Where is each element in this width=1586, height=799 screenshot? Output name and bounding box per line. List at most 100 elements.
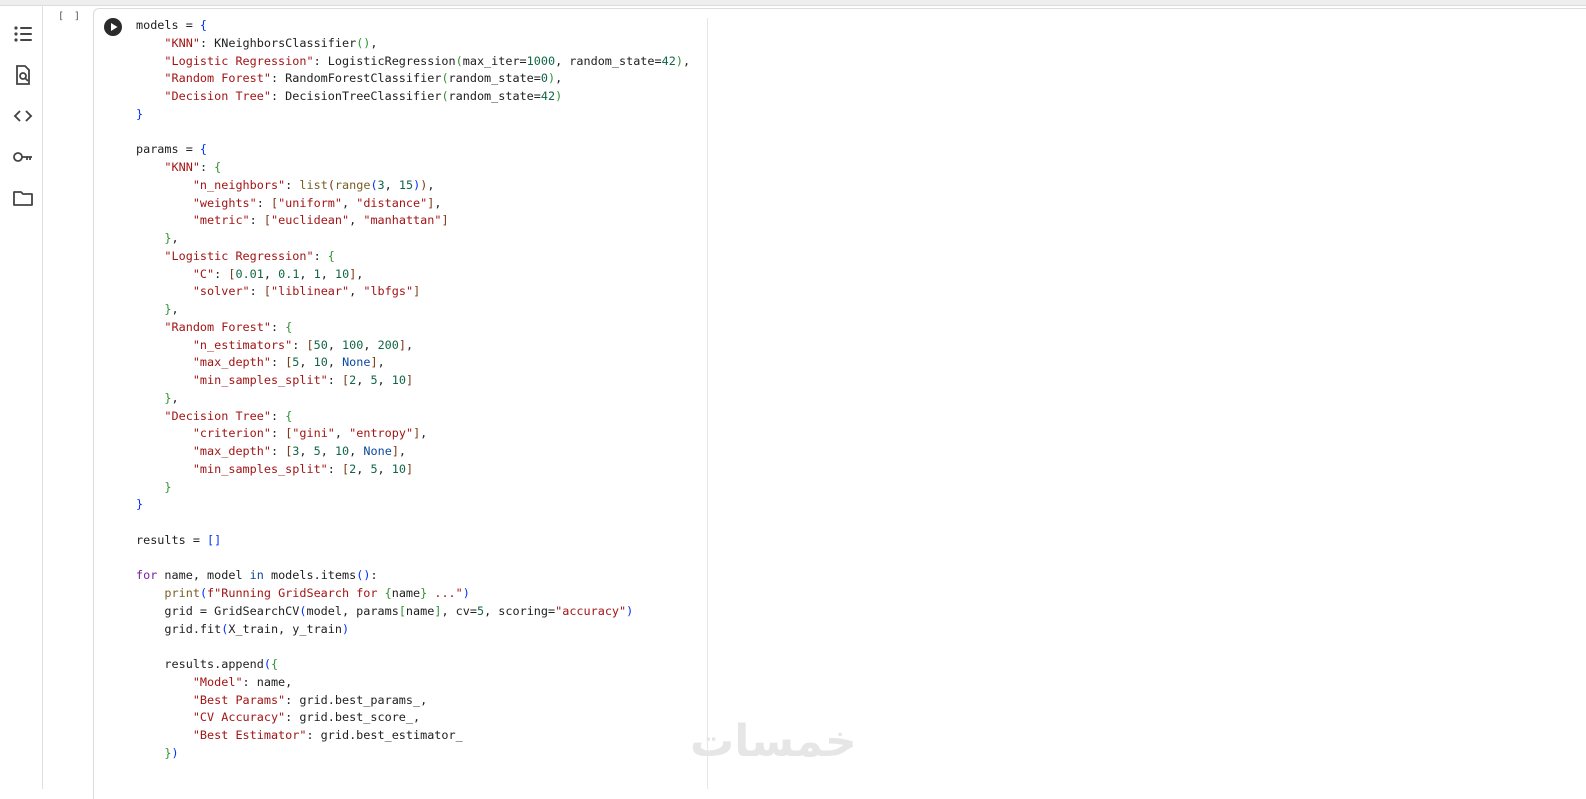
code-line[interactable]: "max_depth": [3, 5, 10, None],	[136, 443, 690, 461]
code-line[interactable]: for name, model in models.items():	[136, 567, 690, 585]
code-line[interactable]: }	[136, 479, 690, 497]
code-token: ,	[327, 337, 343, 352]
code-snippets-icon[interactable]	[9, 102, 37, 130]
code-line[interactable]: "solver": ["liblinear", "lbfgs"]	[136, 283, 690, 301]
code-token: ,	[334, 426, 350, 441]
code-line[interactable]: results.append({	[136, 656, 690, 674]
code-line[interactable]: "Logistic Regression": LogisticRegressio…	[136, 53, 690, 71]
code-token: ,	[682, 53, 691, 68]
code-token: grid = GridSearchCV	[136, 603, 300, 618]
code-line[interactable]: ​	[136, 124, 690, 142]
code-token: 5	[370, 373, 378, 387]
find-icon[interactable]	[9, 61, 37, 89]
code-token: [	[270, 195, 279, 210]
code-token: }	[136, 497, 144, 512]
code-line[interactable]: "metric": ["euclidean", "manhattan"]	[136, 212, 690, 230]
code-line[interactable]: "Best Estimator": grid.best_estimator_	[136, 727, 690, 745]
code-line[interactable]: results = []	[136, 532, 690, 550]
code-line[interactable]: "Random Forest": RandomForestClassifier(…	[136, 70, 690, 88]
code-token: ,	[299, 444, 314, 458]
code-token: ,	[420, 426, 428, 441]
code-token: model, params	[306, 603, 399, 618]
code-token: results.append	[136, 657, 264, 671]
code-token: 50	[313, 337, 328, 352]
table-of-contents-icon[interactable]	[9, 20, 37, 48]
code-token: ,	[299, 266, 314, 281]
code-token: 5	[370, 461, 378, 476]
run-cell-button[interactable]	[103, 17, 123, 37]
code-token: {	[327, 248, 335, 263]
code-line[interactable]: },	[136, 390, 690, 408]
code-token: ,	[349, 444, 364, 458]
code-line[interactable]: "KNN": {	[136, 159, 690, 177]
code-token: ,	[171, 390, 179, 405]
code-token: :	[327, 461, 342, 476]
code-line[interactable]: "criterion": ["gini", "entropy"],	[136, 425, 690, 443]
code-line[interactable]: "Decision Tree": DecisionTreeClassifier(…	[136, 88, 690, 106]
code-line[interactable]: "n_estimators": [50, 100, 200],	[136, 337, 690, 355]
code-line[interactable]: "max_depth": [5, 10, None],	[136, 354, 690, 372]
code-line[interactable]: "KNN": KNeighborsClassifier(),	[136, 35, 690, 53]
code-token: : grid.best_params_,	[285, 692, 428, 707]
code-token: "liblinear"	[270, 284, 350, 299]
code-line[interactable]: grid.fit(X_train, y_train)	[136, 621, 690, 639]
code-token: (	[327, 177, 335, 192]
code-token: for	[136, 568, 158, 583]
code-token: "manhattan"	[363, 213, 442, 228]
code-token: "Decision Tree"	[164, 89, 271, 103]
code-line[interactable]: "Logistic Regression": {	[136, 248, 690, 266]
code-line[interactable]: }	[136, 106, 690, 124]
code-token: 10	[391, 461, 406, 476]
code-token: 0.1	[278, 266, 300, 281]
code-token: 5	[313, 444, 321, 458]
files-folder-icon[interactable]	[9, 184, 37, 212]
code-token: "Logistic Regression"	[164, 248, 314, 263]
code-line[interactable]: "Decision Tree": {	[136, 408, 690, 426]
code-token: "KNN"	[164, 35, 200, 50]
code-token: "min_samples_split"	[192, 461, 328, 476]
code-token: name, model	[157, 568, 250, 583]
code-token: ..."	[427, 586, 463, 600]
code-token: "lbfgs"	[363, 284, 414, 299]
code-line[interactable]: },	[136, 301, 690, 319]
code-token: {	[384, 586, 392, 600]
code-line[interactable]: "weights": ["uniform", "distance"],	[136, 195, 690, 213]
code-line[interactable]: "C": [0.01, 0.1, 1, 10],	[136, 266, 690, 284]
code-token: : LogisticRegression	[313, 53, 456, 68]
code-token: 42	[661, 53, 676, 68]
code-line[interactable]: ​	[136, 638, 690, 656]
code-line[interactable]: params = {	[136, 141, 690, 159]
code-token: }	[164, 745, 172, 760]
code-token: (	[199, 586, 208, 600]
code-line[interactable]: "Random Forest": {	[136, 319, 690, 337]
code-token: ,	[171, 231, 179, 245]
code-line[interactable]: ​	[136, 514, 690, 532]
code-token: "accuracy"	[555, 603, 627, 618]
code-token: [	[263, 213, 271, 228]
code-editor[interactable]: models = { "KNN": KNeighborsClassifier()…	[136, 17, 690, 763]
code-line[interactable]: "Best Params": grid.best_params_,	[136, 692, 690, 710]
code-token: [	[263, 284, 271, 299]
code-line[interactable]: },	[136, 230, 690, 248]
code-token: "weights"	[192, 195, 257, 210]
code-line[interactable]: models = {	[136, 17, 690, 35]
code-line[interactable]: }	[136, 496, 690, 514]
code-line[interactable]: "Model": name,	[136, 674, 690, 692]
code-token: X_train, y_train	[228, 621, 342, 636]
secrets-key-icon[interactable]	[9, 143, 37, 171]
code-line[interactable]: "min_samples_split": [2, 5, 10]	[136, 372, 690, 390]
code-token: ,	[377, 355, 385, 370]
code-line[interactable]: })	[136, 745, 690, 763]
code-token: ]	[413, 284, 421, 299]
code-line[interactable]: "min_samples_split": [2, 5, 10]	[136, 461, 690, 479]
code-line[interactable]: grid = GridSearchCV(model, params[name],…	[136, 603, 690, 621]
code-token: {	[285, 319, 293, 334]
code-line[interactable]: "CV Accuracy": grid.best_score_,	[136, 709, 690, 727]
code-line[interactable]: print(f"Running GridSearch for {name} ..…	[136, 585, 690, 603]
code-line[interactable]: "n_neighbors": list(range(3, 15)),	[136, 177, 690, 195]
code-line[interactable]: ​	[136, 550, 690, 568]
